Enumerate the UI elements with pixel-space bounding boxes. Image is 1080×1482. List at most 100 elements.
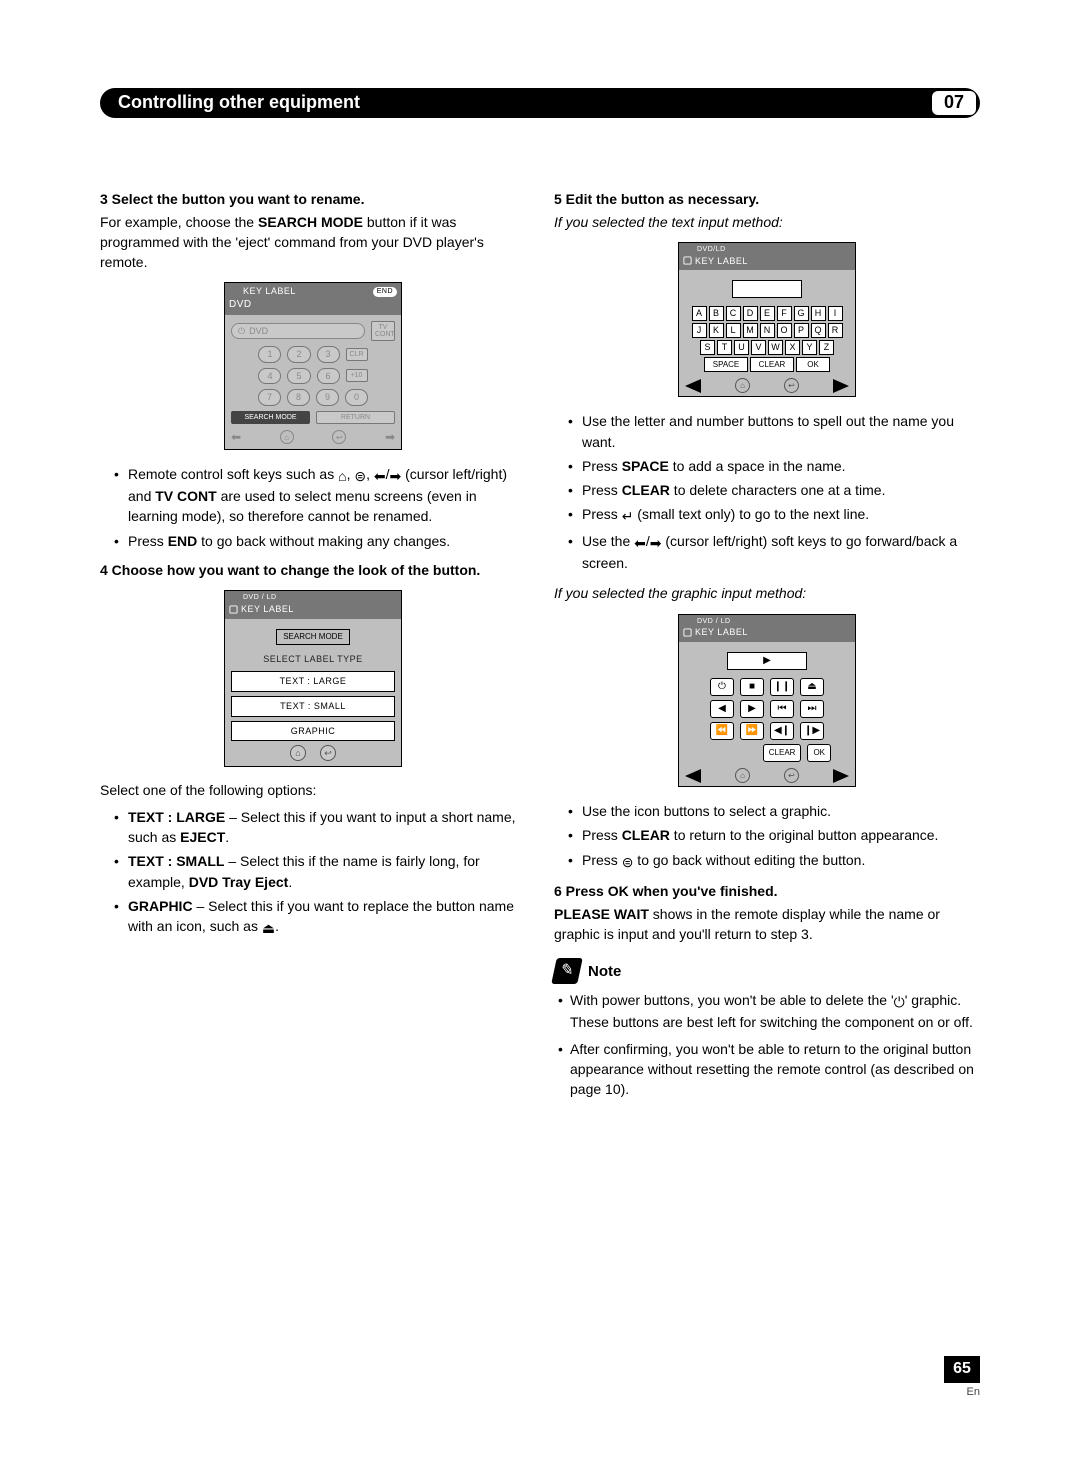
d3-input-field	[732, 280, 802, 298]
d1-dvd-button: ⏻DVD	[231, 323, 365, 340]
icon-power: ⏻	[710, 678, 734, 696]
t: Press	[582, 506, 622, 522]
chapter-title: Controlling other equipment	[118, 90, 360, 115]
t: to go back without editing the button.	[633, 852, 865, 868]
t: (small text only) to go to the next line…	[633, 506, 869, 522]
t: SEARCH MODE	[258, 214, 363, 230]
key-B: B	[709, 306, 724, 321]
t: CLEAR	[622, 482, 670, 498]
t: to add a space in the name.	[669, 458, 846, 474]
enter-icon: ↵	[622, 506, 634, 526]
eject-icon: ⏏	[262, 918, 275, 938]
d1-key-9: 9	[316, 389, 339, 406]
key-N: N	[760, 323, 775, 338]
if-text-method: If you selected the text input method:	[554, 212, 980, 232]
key-ok: OK	[807, 744, 831, 762]
d4-top: DVD / LD	[683, 617, 851, 627]
icon-left: ◀	[710, 700, 734, 718]
key-T: T	[717, 340, 732, 355]
arrow-left-icon	[685, 769, 701, 783]
text-method-bullets: Use the letter and number buttons to spe…	[554, 411, 980, 573]
d4-icon-grid: ⏻ ■ ❙❙ ⏏ ◀ ▶ ⏮ ⏭ ⏪ ⏩ ◀❙	[685, 678, 849, 762]
diagram-text-input: DVD/LD KEY LABEL A B C D E F G	[678, 242, 856, 397]
key-clear: CLEAR	[750, 357, 794, 372]
d1-key-5: 5	[287, 368, 310, 385]
key-Y: Y	[802, 340, 817, 355]
select-line: Select one of the following options:	[100, 781, 526, 801]
d1-return: RETURN	[316, 411, 395, 424]
d1-search-mode: SEARCH MODE	[231, 411, 310, 424]
d1-title: DVD	[229, 298, 252, 312]
d1-key-7: 7	[258, 389, 281, 406]
arrow-left-icon: ⬅	[231, 429, 241, 446]
d1-key-4: 4	[258, 368, 281, 385]
t: .	[288, 874, 292, 890]
t: Press	[582, 482, 622, 498]
note-item: With power buttons, you won't be able to…	[556, 990, 980, 1033]
bullet: Press CLEAR to delete characters one at …	[554, 480, 980, 500]
t: EJECT	[180, 829, 225, 845]
t: Press	[582, 852, 622, 868]
step3-bullets: Remote control soft keys such as ⌂, ⊜, ⬅…	[100, 464, 526, 551]
bullet: TEXT : LARGE – Select this if you want t…	[100, 807, 526, 848]
page-number: 65	[944, 1356, 980, 1382]
key-U: U	[734, 340, 749, 355]
key-X: X	[785, 340, 800, 355]
t: to return to the original button appeara…	[670, 827, 939, 843]
step3-para: For example, choose the SEARCH MODE butt…	[100, 212, 526, 273]
d1-key-2: 2	[287, 346, 310, 363]
note-icon: ✎	[551, 958, 583, 984]
step3-head: 3 Select the button you want to rename.	[100, 190, 526, 210]
key-C: C	[726, 306, 741, 321]
key-H: H	[811, 306, 826, 321]
d2-title: KEY LABEL	[241, 603, 294, 616]
back-icon: ↩	[332, 430, 346, 444]
remote-icon	[683, 256, 692, 265]
key-J: J	[692, 323, 707, 338]
key-E: E	[760, 306, 775, 321]
arrow-right-icon: ➡	[385, 429, 395, 446]
d4-title: KEY LABEL	[695, 626, 748, 639]
d4-input-field: ▶	[727, 652, 807, 670]
arrow-left-icon: ⬅	[634, 533, 646, 553]
t: DVD	[249, 325, 268, 338]
step6-head: 6 Press OK when you've finished.	[554, 882, 980, 902]
key-O: O	[777, 323, 792, 338]
icon-next: ⏭	[800, 700, 824, 718]
page-content: 3 Select the button you want to rename. …	[100, 190, 980, 1106]
key-S: S	[700, 340, 715, 355]
key-L: L	[726, 323, 741, 338]
icon-ff: ⏩	[740, 722, 764, 740]
graphic-method-bullets: Use the icon buttons to select a graphic…	[554, 801, 980, 872]
t: PLEASE WAIT	[554, 906, 649, 922]
bullet: TEXT : SMALL – Select this if the name i…	[100, 851, 526, 892]
t: Remote control soft keys such as	[128, 466, 338, 482]
d1-key-0: 0	[345, 389, 368, 406]
back-icon: ↩	[320, 745, 336, 761]
t: to delete characters one at a time.	[670, 482, 886, 498]
left-column: 3 Select the button you want to rename. …	[100, 190, 526, 1106]
if-graphic-method: If you selected the graphic input method…	[554, 583, 980, 603]
key-K: K	[709, 323, 724, 338]
bullet: Press ↵ (small text only) to go to the n…	[554, 504, 980, 526]
home-icon: ⌂	[280, 430, 294, 444]
page-number-badge: 65 En	[944, 1356, 980, 1400]
d2-top: DVD / LD	[229, 593, 397, 603]
bullet: Press SPACE to add a space in the name.	[554, 456, 980, 476]
home-icon: ⌂	[735, 378, 750, 393]
remote-icon	[683, 628, 692, 637]
diagram-graphic-input: DVD / LD KEY LABEL ▶ ⏻ ■ ❙❙ ⏏ ◀	[678, 614, 856, 787]
d1-key-1: 1	[258, 346, 281, 363]
key-A: A	[692, 306, 707, 321]
icon-stop: ■	[740, 678, 764, 696]
power-icon: ⏻	[894, 992, 905, 1012]
t: TEXT : LARGE	[128, 809, 225, 825]
step6-para: PLEASE WAIT shows in the remote display …	[554, 904, 980, 945]
arrow-right-icon: ➡	[389, 466, 401, 486]
t: CLEAR	[622, 827, 670, 843]
t: .	[275, 918, 279, 934]
d2-opt-graphic: GRAPHIC	[231, 721, 395, 742]
d1-tvcont: TV CONT	[371, 321, 395, 341]
d3-letter-grid: A B C D E F G H I J K L M	[685, 306, 849, 372]
arrow-right-icon	[833, 769, 849, 783]
